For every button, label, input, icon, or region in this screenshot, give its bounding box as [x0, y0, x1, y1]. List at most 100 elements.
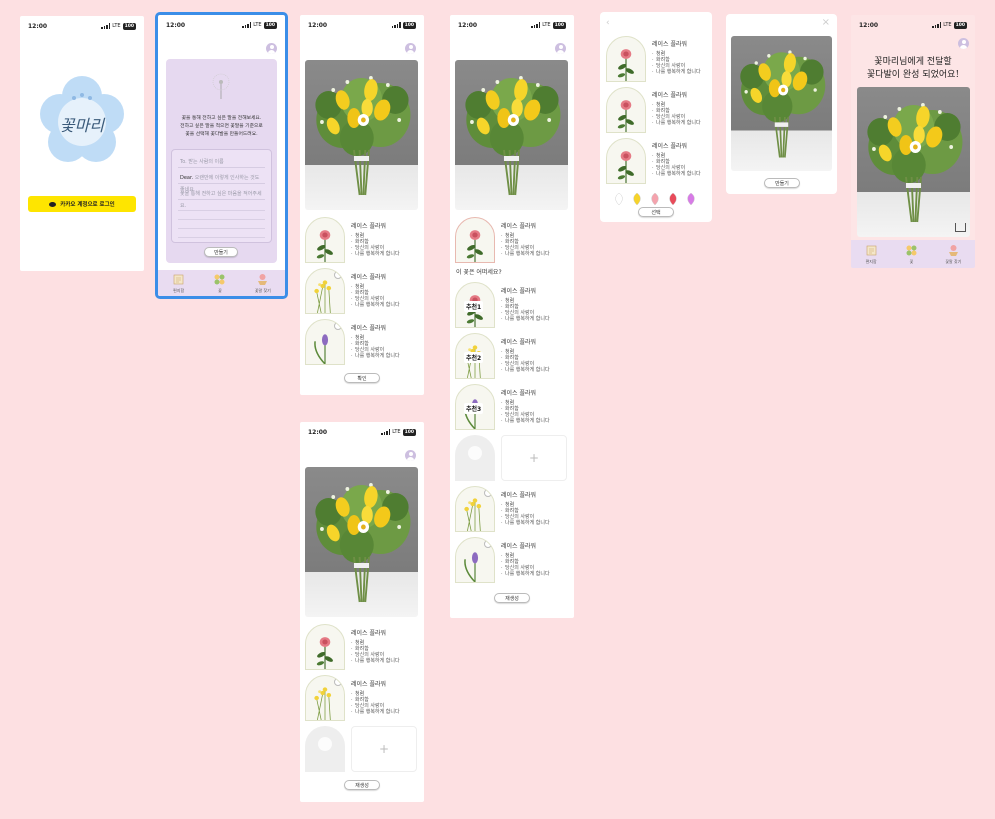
- recommend-screen: 12:00 LTE100 레이스 플라워 청렴화려함당신의 사랑이나를 행복하게…: [450, 15, 574, 618]
- select-check-icon[interactable]: [334, 678, 342, 686]
- tab-letterbox[interactable]: 편지함: [172, 273, 185, 294]
- flower-thumb: [606, 138, 646, 184]
- status-bar: 12:00 LTE 100: [458, 21, 566, 29]
- flower-picker-modal: ‹ 레이스 플라워 청렴화려함당신의 사랑이나를 행복하게 합니다 레이스 플라…: [600, 12, 712, 222]
- recommend-title: 이 꽃은 어떠세요?: [456, 269, 502, 276]
- tab-bar: 편지함 꽃 꽃말 찾기: [851, 240, 975, 268]
- flower-thumb: [305, 319, 345, 365]
- battery-icon: 100: [402, 428, 416, 436]
- tab-flower[interactable]: 꽃: [213, 273, 226, 294]
- tab-find-meaning[interactable]: 꽃말 찾기: [945, 244, 961, 265]
- result-screen-empty-slot: 12:00 LTE100 레이스 플라워 청렴화려함당신의 사랑이나를 행복하게…: [300, 422, 424, 802]
- tab-find-meaning[interactable]: 꽃말 찾기: [255, 273, 271, 294]
- flower-card[interactable]: 레이스 플라워 청렴화려함당신의 사랑이나를 행복하게 합니다: [305, 675, 400, 721]
- profile-avatar-icon[interactable]: [555, 43, 566, 54]
- color-swatch[interactable]: [650, 190, 660, 206]
- select-check-icon[interactable]: [484, 540, 492, 548]
- signal-icon: [932, 22, 942, 28]
- flower-card[interactable]: 레이스 플라워 청렴화려함당신의 사랑이나를 행복하게 합니다: [455, 217, 550, 263]
- compose-screen[interactable]: 12:00 LTE 100 꽃을 통해 전하고 싶은 말을 전해보세요. 전하고…: [155, 12, 288, 299]
- status-bar: 12:00 100: [308, 21, 416, 29]
- profile-avatar-icon[interactable]: [266, 43, 277, 54]
- select-button[interactable]: 선택: [638, 207, 674, 217]
- flower-card[interactable]: 레이스 플라워 청렴화려함당신의 사랑이나를 행복하게 합니다: [305, 268, 400, 314]
- color-swatch-row: [614, 190, 700, 206]
- download-icon[interactable]: [955, 223, 966, 232]
- app-logo: 꽃마리: [38, 76, 126, 164]
- flower-card[interactable]: 레이스 플라워 청렴화려함당신의 사랑이나를 행복하게 합니다: [305, 217, 400, 263]
- flower-card[interactable]: 레이스 플라워 청렴화려함당신의 사랑이나를 행복하게 합니다: [305, 319, 400, 365]
- add-flower-icon[interactable]: +: [351, 726, 417, 772]
- letter-icon: [865, 244, 878, 257]
- bouquet-tab-icon: [256, 273, 269, 286]
- flower-card[interactable]: 레이스 플라워 청렴화려함당신의 사랑이나를 행복하게 합니다: [606, 36, 701, 82]
- close-icon[interactable]: ×: [822, 17, 830, 28]
- flower-grid-icon: [213, 273, 226, 286]
- profile-avatar-icon[interactable]: [405, 450, 416, 461]
- back-chevron-icon[interactable]: ‹: [606, 18, 610, 28]
- make-button[interactable]: 만들기: [204, 247, 238, 257]
- status-bar: 12:00 LTE 100: [859, 21, 967, 29]
- confirm-button[interactable]: 확인: [344, 373, 380, 383]
- signal-icon: [242, 22, 252, 28]
- flower-thumb: [305, 217, 345, 263]
- add-flower-icon[interactable]: +: [501, 435, 567, 481]
- empty-flower-slot[interactable]: +: [455, 435, 567, 481]
- flower-thumb: [455, 537, 495, 583]
- kakao-icon: [49, 201, 57, 207]
- bouquet-image: [305, 60, 418, 210]
- tab-flower[interactable]: 꽃: [905, 244, 918, 265]
- flower-thumb: [305, 675, 345, 721]
- dear-input[interactable]: Dear. 오랜만에 이렇게 인사하는 것도 좋네요: [178, 172, 265, 193]
- letter-paper: To. 받는 사람의 이름 Dear. 오랜만에 이렇게 인사하는 것도 좋네요…: [171, 149, 272, 243]
- bouquet-image: [731, 36, 832, 171]
- flower-card[interactable]: 레이스 플라워 청렴화려함당신의 사랑이나를 행복하게 합니다: [455, 537, 550, 583]
- profile-avatar-icon[interactable]: [405, 43, 416, 54]
- flower-thumb: 추천1: [455, 282, 495, 328]
- flower-thumb: [455, 486, 495, 532]
- color-swatch[interactable]: [632, 190, 642, 206]
- signal-icon: [531, 22, 541, 28]
- tab-letterbox[interactable]: 편지함: [865, 244, 878, 265]
- recommend-card-1[interactable]: 추천1 레이스 플라워 청렴화려함당신의 사랑이나를 행복하게 합니다: [455, 282, 550, 328]
- select-check-icon[interactable]: [334, 322, 342, 330]
- color-swatch[interactable]: [686, 190, 696, 206]
- status-bar: 12:00 LTE 100: [20, 16, 144, 36]
- empty-flower-slot[interactable]: +: [305, 726, 417, 772]
- done-message: 꽃마리님에게 전달할 꽃다발이 완성 되었어요!: [866, 57, 960, 80]
- battery-icon: 100: [953, 21, 967, 29]
- flower-card[interactable]: 레이스 플라워 청렴화려함당신의 사랑이나를 행복하게 합니다: [606, 87, 701, 133]
- logo-text: 꽃마리: [59, 116, 105, 135]
- flower-card[interactable]: 레이스 플라워 청렴화려함당신의 사랑이나를 행복하게 합니다: [455, 486, 550, 532]
- select-check-icon[interactable]: [334, 271, 342, 279]
- dandelion-icon: [212, 73, 230, 99]
- color-swatch[interactable]: [614, 190, 624, 206]
- regenerate-button[interactable]: 재생성: [344, 780, 380, 790]
- intro-line-3: 꽃을 선택해 꽃다발을 만들어드려요.: [185, 132, 258, 137]
- flower-thumb: [305, 268, 345, 314]
- login-screen: 12:00 LTE 100 꽃마리 카카오 계정으로 로그인: [20, 16, 144, 271]
- flower-thumb: 추천3: [455, 384, 495, 430]
- bouquet-image: [857, 87, 970, 237]
- regenerate-button[interactable]: 재생성: [494, 593, 530, 603]
- make-button[interactable]: 만들기: [764, 178, 800, 188]
- kakao-login-button[interactable]: 카카오 계정으로 로그인: [28, 196, 136, 212]
- to-input[interactable]: To. 받는 사람의 이름: [178, 156, 265, 168]
- select-check-icon[interactable]: [484, 489, 492, 497]
- color-swatch[interactable]: [668, 190, 678, 206]
- status-time: 12:00: [28, 22, 48, 30]
- flower-card[interactable]: 레이스 플라워 청렴화려함당신의 사랑이나를 행복하게 합니다: [305, 624, 400, 670]
- done-screen: 12:00 LTE 100 꽃마리님에게 전달할 꽃다발이 완성 되었어요! 편지…: [851, 15, 975, 268]
- flower-placeholder-icon: [305, 726, 345, 772]
- recommend-card-3[interactable]: 추천3 레이스 플라워 청렴화려함당신의 사랑이나를 행복하게 합니다: [455, 384, 550, 430]
- flower-card[interactable]: 레이스 플라워 청렴화려함당신의 사랑이나를 행복하게 합니다: [606, 138, 701, 184]
- recommend-card-2[interactable]: 추천2 레이스 플라워 청렴화려함당신의 사랑이나를 행복하게 합니다: [455, 333, 550, 379]
- status-bar: 12:00 LTE 100: [166, 21, 277, 29]
- flower-thumb: [606, 36, 646, 82]
- intro-line-1: 꽃을 통해 전하고 싶은 말을 전해보세요.: [181, 116, 262, 121]
- flower-thumb: [606, 87, 646, 133]
- message-lines: [178, 202, 265, 238]
- result-screen: 12:00 100 레이스 플라워 청렴화려함당신의 사랑이나를 행복하게 합니…: [300, 15, 424, 395]
- profile-avatar-icon[interactable]: [958, 38, 969, 49]
- message-input[interactable]: 꽃을 통해 전하고 싶은 마음을 적어주세요.: [178, 188, 265, 209]
